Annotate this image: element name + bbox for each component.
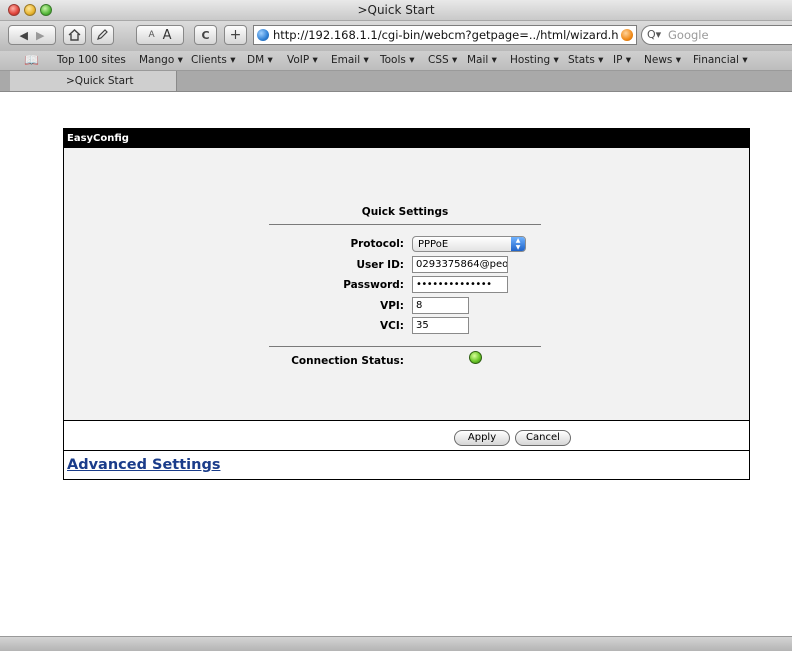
title-bar: >Quick Start (0, 0, 792, 21)
user-id-label: User ID: (356, 259, 404, 271)
search-icon[interactable]: Q▾ (647, 28, 661, 41)
connection-status-led-icon (469, 351, 482, 364)
home-button[interactable] (63, 25, 86, 45)
vpi-input[interactable]: 8 (412, 297, 469, 314)
vpi-label: VPI: (380, 300, 404, 312)
window-title: >Quick Start (357, 3, 435, 17)
select-arrows-icon: ▲ ▼ (511, 237, 525, 251)
divider (269, 224, 541, 225)
pencil-icon (97, 29, 108, 40)
bookmark-hosting[interactable]: Hosting ▾ (510, 54, 559, 66)
bookmark-stats[interactable]: Stats ▾ (568, 54, 603, 66)
browser-toolbar: ◀ ▶ A A C + http://192.168.1.1/cgi-bin/w… (0, 21, 792, 51)
divider (269, 346, 541, 347)
bookmark-tools[interactable]: Tools ▾ (380, 54, 414, 66)
bookmark-mango[interactable]: Mango ▾ (139, 54, 183, 66)
snapback-icon[interactable] (621, 29, 633, 41)
forward-arrow-icon[interactable]: ▶ (36, 29, 44, 42)
bookmarks-book-icon[interactable]: 📖 (24, 53, 39, 67)
protocol-select[interactable]: PPPoE ▲ ▼ (412, 236, 526, 252)
bookmark-financial[interactable]: Financial ▾ (693, 54, 748, 66)
text-size-buttons[interactable]: A A (136, 25, 184, 45)
advanced-settings-link[interactable]: Advanced Settings (67, 457, 220, 473)
reload-button[interactable]: C (194, 25, 217, 45)
text-smaller-button[interactable]: A (148, 30, 154, 40)
bookmark-ip[interactable]: IP ▾ (613, 54, 631, 66)
address-bar[interactable]: http://192.168.1.1/cgi-bin/webcm?getpage… (253, 25, 637, 45)
tab-quick-start[interactable]: >Quick Start (10, 71, 177, 91)
section-title: Quick Settings (361, 206, 449, 218)
bookmark-top-100[interactable]: Top 100 sites (57, 54, 126, 66)
panel-header: EasyConfig (64, 129, 749, 148)
password-input[interactable]: •••••••••••••• (412, 276, 508, 293)
bookmark-mail[interactable]: Mail ▾ (467, 54, 497, 66)
status-bar (0, 636, 792, 651)
apply-button[interactable]: Apply (454, 430, 510, 446)
cancel-button[interactable]: Cancel (515, 430, 571, 446)
bookmark-email[interactable]: Email ▾ (331, 54, 369, 66)
protocol-label: Protocol: (350, 238, 404, 250)
protocol-value: PPPoE (418, 239, 449, 250)
bookmark-voip[interactable]: VoIP ▾ (287, 54, 318, 66)
settings-area: Quick Settings Protocol: PPPoE ▲ ▼ User I… (64, 148, 749, 421)
url-text[interactable]: http://192.168.1.1/cgi-bin/webcm?getpage… (273, 28, 618, 42)
button-row: Apply Cancel (64, 421, 749, 451)
bookmark-clients[interactable]: Clients ▾ (191, 54, 235, 66)
back-forward-buttons[interactable]: ◀ ▶ (8, 25, 56, 45)
bookmark-css[interactable]: CSS ▾ (428, 54, 457, 66)
search-placeholder: Google (668, 28, 709, 42)
tab-bar: >Quick Start (0, 71, 792, 92)
bookmark-news[interactable]: News ▾ (644, 54, 681, 66)
home-icon (68, 29, 81, 41)
back-arrow-icon[interactable]: ◀ (20, 29, 28, 42)
edit-button[interactable] (91, 25, 114, 45)
vci-input[interactable]: 35 (412, 317, 469, 334)
bookmark-dm[interactable]: DM ▾ (247, 54, 273, 66)
add-bookmark-button[interactable]: + (224, 25, 247, 45)
user-id-input[interactable]: 0293375864@peo (412, 256, 508, 273)
search-field[interactable]: Q▾ Google (641, 25, 792, 45)
easyconfig-panel: EasyConfig Quick Settings Protocol: PPPo… (63, 128, 750, 480)
vci-label: VCI: (380, 320, 404, 332)
connection-status-label: Connection Status: (291, 355, 404, 367)
bookmarks-bar: 📖 Top 100 sites Mango ▾ Clients ▾ DM ▾ V… (0, 51, 792, 71)
password-label: Password: (343, 279, 404, 291)
text-larger-button[interactable]: A (163, 28, 172, 43)
globe-icon (257, 29, 269, 41)
